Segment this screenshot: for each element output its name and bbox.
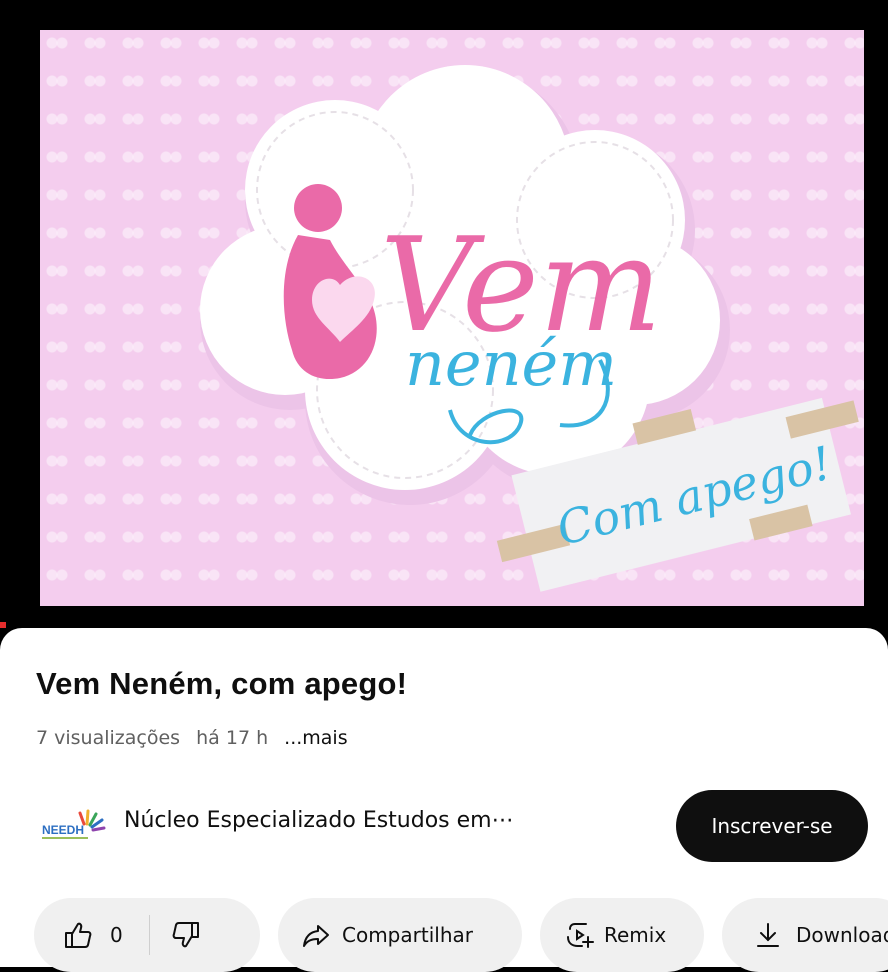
more-link[interactable]: ...mais [284, 727, 347, 749]
like-dislike-group: 0 [34, 898, 260, 972]
subscribe-button[interactable]: Inscrever-se [676, 790, 868, 862]
share-icon [300, 919, 332, 951]
download-button[interactable]: Download [722, 898, 888, 972]
video-info-panel: Vem Neném, com apego! 7 visualizações há… [0, 628, 888, 972]
divider [148, 915, 150, 955]
view-count: 7 visualizações [36, 727, 181, 749]
remix-button[interactable]: Remix [540, 898, 704, 972]
thumbs-up-icon[interactable] [62, 919, 94, 951]
video-meta[interactable]: 7 visualizações há 17 h ...mais [36, 727, 358, 749]
upload-time: há 17 h [196, 727, 269, 749]
channel-avatar[interactable]: NEEDH [40, 808, 106, 842]
download-label: Download [796, 923, 888, 947]
video-player[interactable]: Vem neném Com apego! [0, 0, 888, 628]
remix-label: Remix [604, 923, 667, 947]
progress-bar[interactable] [0, 622, 6, 628]
channel-logo-text: NEEDH [42, 823, 84, 837]
thumbs-down-icon[interactable] [170, 919, 202, 951]
share-label: Compartilhar [342, 923, 473, 947]
video-title: Vem Neném, com apego! [36, 666, 408, 701]
thumbnail-nenem-text: neném [405, 327, 617, 400]
like-count[interactable]: 0 [110, 923, 123, 947]
share-button[interactable]: Compartilhar [278, 898, 522, 972]
video-thumbnail[interactable]: Vem neném Com apego! [40, 30, 864, 606]
channel-row[interactable]: NEEDH Núcleo Especializado Estudos em⋯ I… [0, 786, 888, 862]
remix-icon [564, 919, 596, 951]
download-icon [752, 919, 784, 951]
action-bar: 0 Compartilhar Remix Download [0, 898, 888, 972]
channel-name[interactable]: Núcleo Especializado Estudos em⋯ [124, 808, 514, 833]
thumbnail-artwork: Vem neném Com apego! [200, 65, 859, 592]
